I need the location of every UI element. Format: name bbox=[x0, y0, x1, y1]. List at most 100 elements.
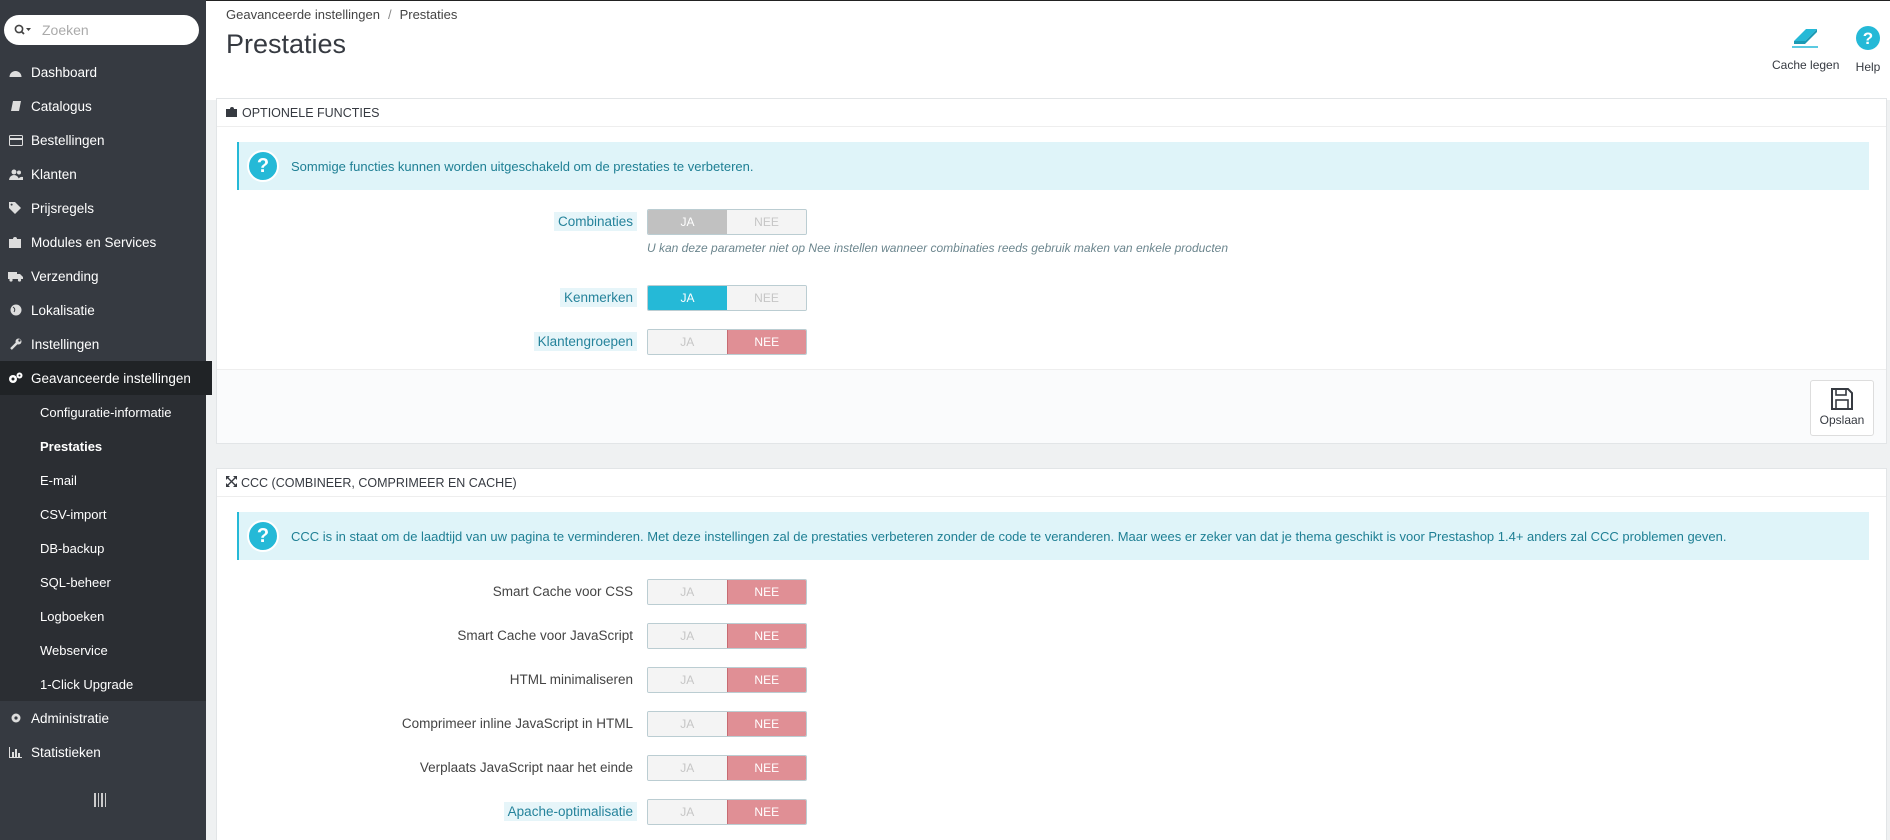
panel-heading: Optionele functies bbox=[217, 99, 1886, 127]
klantengroepen-switch[interactable]: JA NEE bbox=[647, 329, 807, 355]
nav-item-administratie[interactable]: Administratie bbox=[0, 701, 206, 735]
sub-item-1-click-upgrade[interactable]: 1-Click Upgrade bbox=[0, 667, 206, 701]
nav-item-geavanceerde-instellingen[interactable]: Geavanceerde instellingen bbox=[0, 361, 212, 395]
combinaties-switch[interactable]: JA NEE bbox=[647, 209, 807, 235]
truck-icon bbox=[0, 271, 31, 282]
book-icon bbox=[0, 100, 31, 112]
page-title: Prestaties bbox=[226, 29, 347, 59]
switch-yes[interactable]: JA bbox=[648, 712, 727, 736]
setting-row-js-to-end: Verplaats JavaScript naar het einde JA N… bbox=[217, 755, 1886, 781]
sub-item-logboeken[interactable]: Logboeken bbox=[0, 599, 206, 633]
wrench-icon bbox=[0, 338, 31, 350]
puzzle-icon bbox=[226, 106, 238, 120]
search-input[interactable] bbox=[42, 22, 182, 38]
nav-label: Dashboard bbox=[31, 64, 98, 80]
setting-row-html-minify: HTML minimaliseren JA NEE bbox=[217, 667, 1886, 693]
floppy-disk-icon bbox=[1831, 388, 1853, 410]
question-icon: ? bbox=[247, 150, 279, 182]
nav-item-klanten[interactable]: Klanten bbox=[0, 157, 206, 191]
switch-yes[interactable]: JA bbox=[648, 668, 727, 692]
globe-icon bbox=[0, 304, 31, 316]
nav-item-bestellingen[interactable]: Bestellingen bbox=[0, 123, 206, 157]
kenmerken-switch[interactable]: JA NEE bbox=[647, 285, 807, 311]
alert-text: CCC is in staat om de laadtijd van uw pa… bbox=[291, 528, 1727, 544]
nav-item-instellingen[interactable]: Instellingen bbox=[0, 327, 206, 361]
sub-item-webservice[interactable]: Webservice bbox=[0, 633, 206, 667]
panel-title: Optionele functies bbox=[242, 105, 380, 120]
help-button[interactable]: ? Help bbox=[1855, 25, 1881, 74]
nav-item-lokalisatie[interactable]: Lokalisatie bbox=[0, 293, 206, 327]
info-alert: ? Sommige functies kunnen worden uitgesc… bbox=[237, 142, 1869, 190]
sidebar: Dashboard Catalogus Bestellingen Klanten… bbox=[0, 0, 212, 840]
smart-cache-js-switch[interactable]: JA NEE bbox=[647, 623, 807, 649]
nav-label: Bestellingen bbox=[31, 132, 105, 148]
switch-yes[interactable]: JA bbox=[648, 580, 727, 604]
sidebar-collapse-icon[interactable] bbox=[94, 793, 108, 807]
switch-no[interactable]: NEE bbox=[726, 756, 806, 780]
dashboard-icon bbox=[0, 67, 31, 78]
nav-item-prijsregels[interactable]: Prijsregels bbox=[0, 191, 206, 225]
switch-yes[interactable]: JA bbox=[648, 330, 727, 354]
setting-row-smart-cache-css: Smart Cache voor CSS JA NEE bbox=[217, 579, 1886, 605]
main-nav: Dashboard Catalogus Bestellingen Klanten… bbox=[0, 55, 212, 769]
switch-yes[interactable]: JA bbox=[648, 800, 727, 824]
breadcrumb: Geavanceerde instellingen / Prestaties bbox=[226, 7, 458, 22]
search-icon[interactable] bbox=[4, 15, 42, 45]
nav-label: Klanten bbox=[31, 166, 77, 182]
clear-cache-label: Cache legen bbox=[1772, 58, 1840, 72]
switch-yes[interactable]: JA bbox=[648, 756, 727, 780]
nav-label: Prijsregels bbox=[31, 200, 95, 216]
switch-no[interactable]: NEE bbox=[726, 624, 806, 648]
svg-text:?: ? bbox=[1863, 29, 1873, 48]
ccc-panel: CCC (Combineer, Comprimeer en Cache) ? C… bbox=[216, 468, 1887, 840]
switch-yes[interactable]: JA bbox=[648, 286, 727, 310]
setting-label: Kenmerken bbox=[559, 288, 637, 307]
setting-label: Smart Cache voor JavaScript bbox=[457, 628, 633, 643]
puzzle-icon bbox=[0, 236, 31, 248]
save-button[interactable]: Opslaan bbox=[1810, 380, 1874, 436]
save-label: Opslaan bbox=[1819, 413, 1865, 427]
js-to-end-switch[interactable]: JA NEE bbox=[647, 755, 807, 781]
page-header: Geavanceerde instellingen / Prestaties Pre… bbox=[206, 0, 1890, 100]
inline-js-switch[interactable]: JA NEE bbox=[647, 711, 807, 737]
nav-label: Instellingen bbox=[31, 336, 100, 352]
switch-no[interactable]: NEE bbox=[726, 800, 806, 824]
switch-no[interactable]: NEE bbox=[726, 668, 806, 692]
nav-label: Lokalisatie bbox=[31, 302, 95, 318]
tags-icon bbox=[0, 202, 31, 214]
nav-item-catalogus[interactable]: Catalogus bbox=[0, 89, 206, 123]
switch-no[interactable]: NEE bbox=[726, 580, 806, 604]
setting-row-combinaties: Combinaties JA NEE bbox=[217, 209, 1886, 235]
html-minify-switch[interactable]: JA NEE bbox=[647, 667, 807, 693]
nav-label: Geavanceerde instellingen bbox=[31, 370, 191, 386]
switch-no[interactable]: NEE bbox=[726, 712, 806, 736]
sub-item-sql-beheer[interactable]: SQL-beheer bbox=[0, 565, 206, 599]
apache-switch[interactable]: JA NEE bbox=[647, 799, 807, 825]
setting-row-inline-js: Comprimeer inline JavaScript in HTML JA … bbox=[217, 711, 1886, 737]
search-box[interactable] bbox=[4, 15, 199, 45]
switch-yes[interactable]: JA bbox=[648, 624, 727, 648]
setting-label: HTML minimaliseren bbox=[509, 672, 633, 687]
nav-item-verzending[interactable]: Verzending bbox=[0, 259, 206, 293]
nav-item-modules[interactable]: Modules en Services bbox=[0, 225, 206, 259]
clear-cache-button[interactable]: Cache legen bbox=[1772, 25, 1839, 72]
nav-item-statistieken[interactable]: Statistieken bbox=[0, 735, 206, 769]
sub-item-prestaties[interactable]: Prestaties bbox=[0, 429, 206, 463]
credit-card-icon bbox=[0, 134, 31, 146]
breadcrumb-parent[interactable]: Geavanceerde instellingen bbox=[226, 7, 380, 22]
switch-no[interactable]: NEE bbox=[727, 286, 806, 310]
switch-no[interactable]: NEE bbox=[726, 330, 806, 354]
gears-icon bbox=[0, 372, 31, 384]
nav-item-dashboard[interactable]: Dashboard bbox=[0, 55, 206, 89]
sub-item-configuratie-informatie[interactable]: Configuratie-informatie bbox=[0, 395, 206, 429]
switch-yes[interactable]: JA bbox=[648, 210, 727, 234]
sub-item-db-backup[interactable]: DB-backup bbox=[0, 531, 206, 565]
eraser-icon bbox=[1772, 25, 1839, 52]
sub-item-csv-import[interactable]: CSV-import bbox=[0, 497, 206, 531]
setting-label: Comprimeer inline JavaScript in HTML bbox=[401, 716, 633, 731]
help-label: Help bbox=[1855, 60, 1881, 74]
smart-cache-css-switch[interactable]: JA NEE bbox=[647, 579, 807, 605]
switch-no[interactable]: NEE bbox=[727, 210, 806, 234]
panel-footer: Opslaan bbox=[217, 369, 1886, 443]
sub-item-e-mail[interactable]: E-mail bbox=[0, 463, 206, 497]
